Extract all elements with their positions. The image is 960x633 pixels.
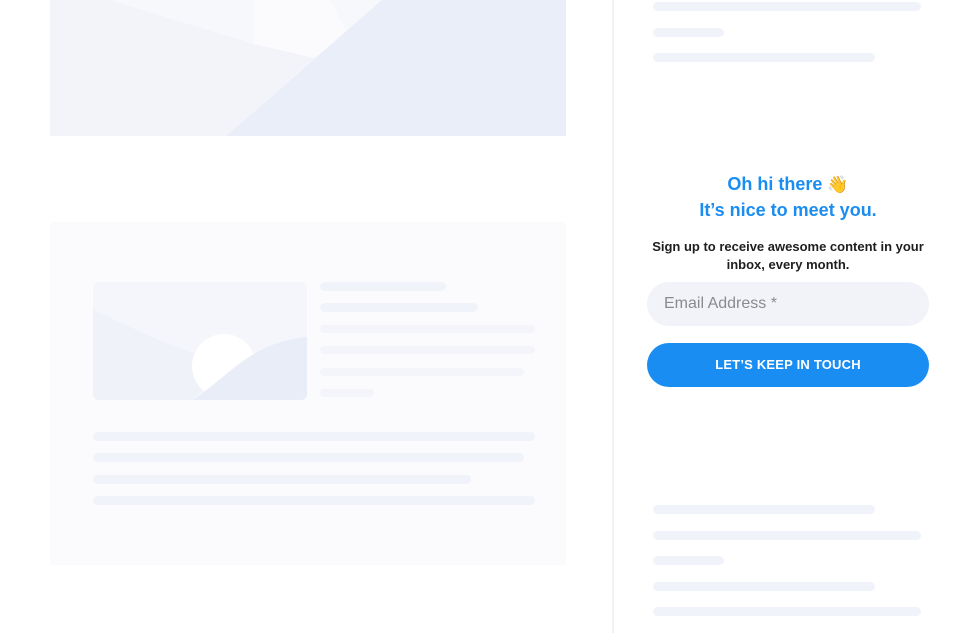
card-image-placeholder [93, 282, 307, 400]
greeting-subheading: It’s nice to meet you. [699, 200, 877, 220]
skeleton-line [93, 475, 471, 484]
loading-card [50, 222, 566, 565]
skeleton-line [653, 505, 875, 514]
skeleton-line [320, 389, 374, 397]
skeleton-line [320, 325, 535, 333]
skeleton-line [653, 607, 921, 616]
greeting-heading: Oh hi there 👋 [640, 174, 936, 195]
image-placeholder-icon [50, 0, 566, 136]
skeleton-line [653, 582, 875, 591]
skeleton-line [320, 346, 535, 354]
skeleton-line [653, 2, 921, 11]
image-placeholder-icon [93, 282, 307, 400]
skeleton-line [320, 303, 478, 312]
column-divider [612, 0, 614, 633]
greeting-line1: Oh hi there [727, 174, 823, 194]
waving-hand-icon: 👋 [827, 175, 849, 194]
subscribe-button[interactable]: LET’S KEEP IN TOUCH [647, 343, 929, 387]
skeleton-line [653, 531, 921, 540]
skeleton-line [653, 53, 875, 62]
skeleton-line [653, 28, 724, 37]
skeleton-line [93, 432, 535, 441]
email-field[interactable]: Email Address * [647, 282, 929, 326]
skeleton-line [320, 282, 446, 291]
skeleton-line [320, 368, 524, 376]
signup-description: Sign up to receive awesome content in yo… [652, 239, 924, 272]
skeleton-line [93, 496, 535, 505]
skeleton-line [93, 453, 524, 462]
hero-image-placeholder [50, 0, 566, 136]
skeleton-line [653, 556, 724, 565]
